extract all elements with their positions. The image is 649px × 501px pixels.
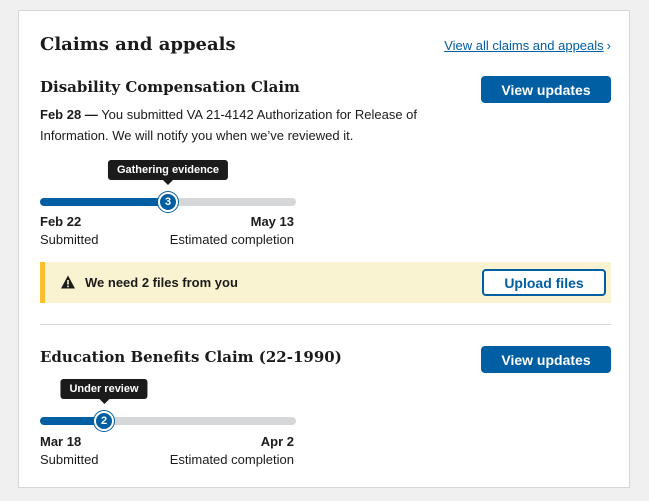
claim-title: Education Benefits Claim (22-1990) xyxy=(40,348,342,366)
view-updates-button[interactable]: View updates xyxy=(481,76,611,103)
update-dash: — xyxy=(84,107,98,122)
update-date: Feb 28 xyxy=(40,107,82,122)
claims-card: Claims and appeals View all claims and a… xyxy=(18,10,630,488)
end-date: May 13 xyxy=(250,214,294,229)
claim-progress: 2 Under review xyxy=(40,379,296,431)
end-label: Estimated completion xyxy=(169,452,294,467)
view-updates-button[interactable]: View updates xyxy=(481,346,611,373)
progress-status-tooltip: Gathering evidence xyxy=(107,160,229,185)
view-all-link-wrap[interactable]: View all claims and appeals › xyxy=(444,37,611,55)
progress-step-marker: 3 xyxy=(158,192,178,212)
chevron-right-icon: › xyxy=(606,38,611,53)
files-needed-alert: We need 2 files from you Upload files xyxy=(40,262,611,303)
progress-status-tooltip: Under review xyxy=(60,379,148,404)
upload-files-button[interactable]: Upload files xyxy=(482,269,606,296)
claim-progress: 3 Gathering evidence xyxy=(40,160,296,212)
claim-update-text: Feb 28 — You submitted VA 21-4142 Author… xyxy=(40,104,420,146)
end-label: Estimated completion xyxy=(169,232,294,247)
progress-step-marker: 2 xyxy=(94,411,114,431)
end-date: Apr 2 xyxy=(260,434,294,449)
start-label: Submitted xyxy=(40,232,99,247)
start-date: Mar 18 xyxy=(40,434,82,449)
claims-divider xyxy=(40,324,611,325)
section-title: Claims and appeals xyxy=(40,34,236,55)
start-label: Submitted xyxy=(40,452,99,467)
start-date: Feb 22 xyxy=(40,214,82,229)
claim-title: Disability Compensation Claim xyxy=(40,78,300,96)
warning-icon xyxy=(60,274,76,290)
alert-text: We need 2 files from you xyxy=(85,275,238,290)
progress-fill xyxy=(40,198,168,206)
view-all-claims-link[interactable]: View all claims and appeals xyxy=(444,38,603,53)
